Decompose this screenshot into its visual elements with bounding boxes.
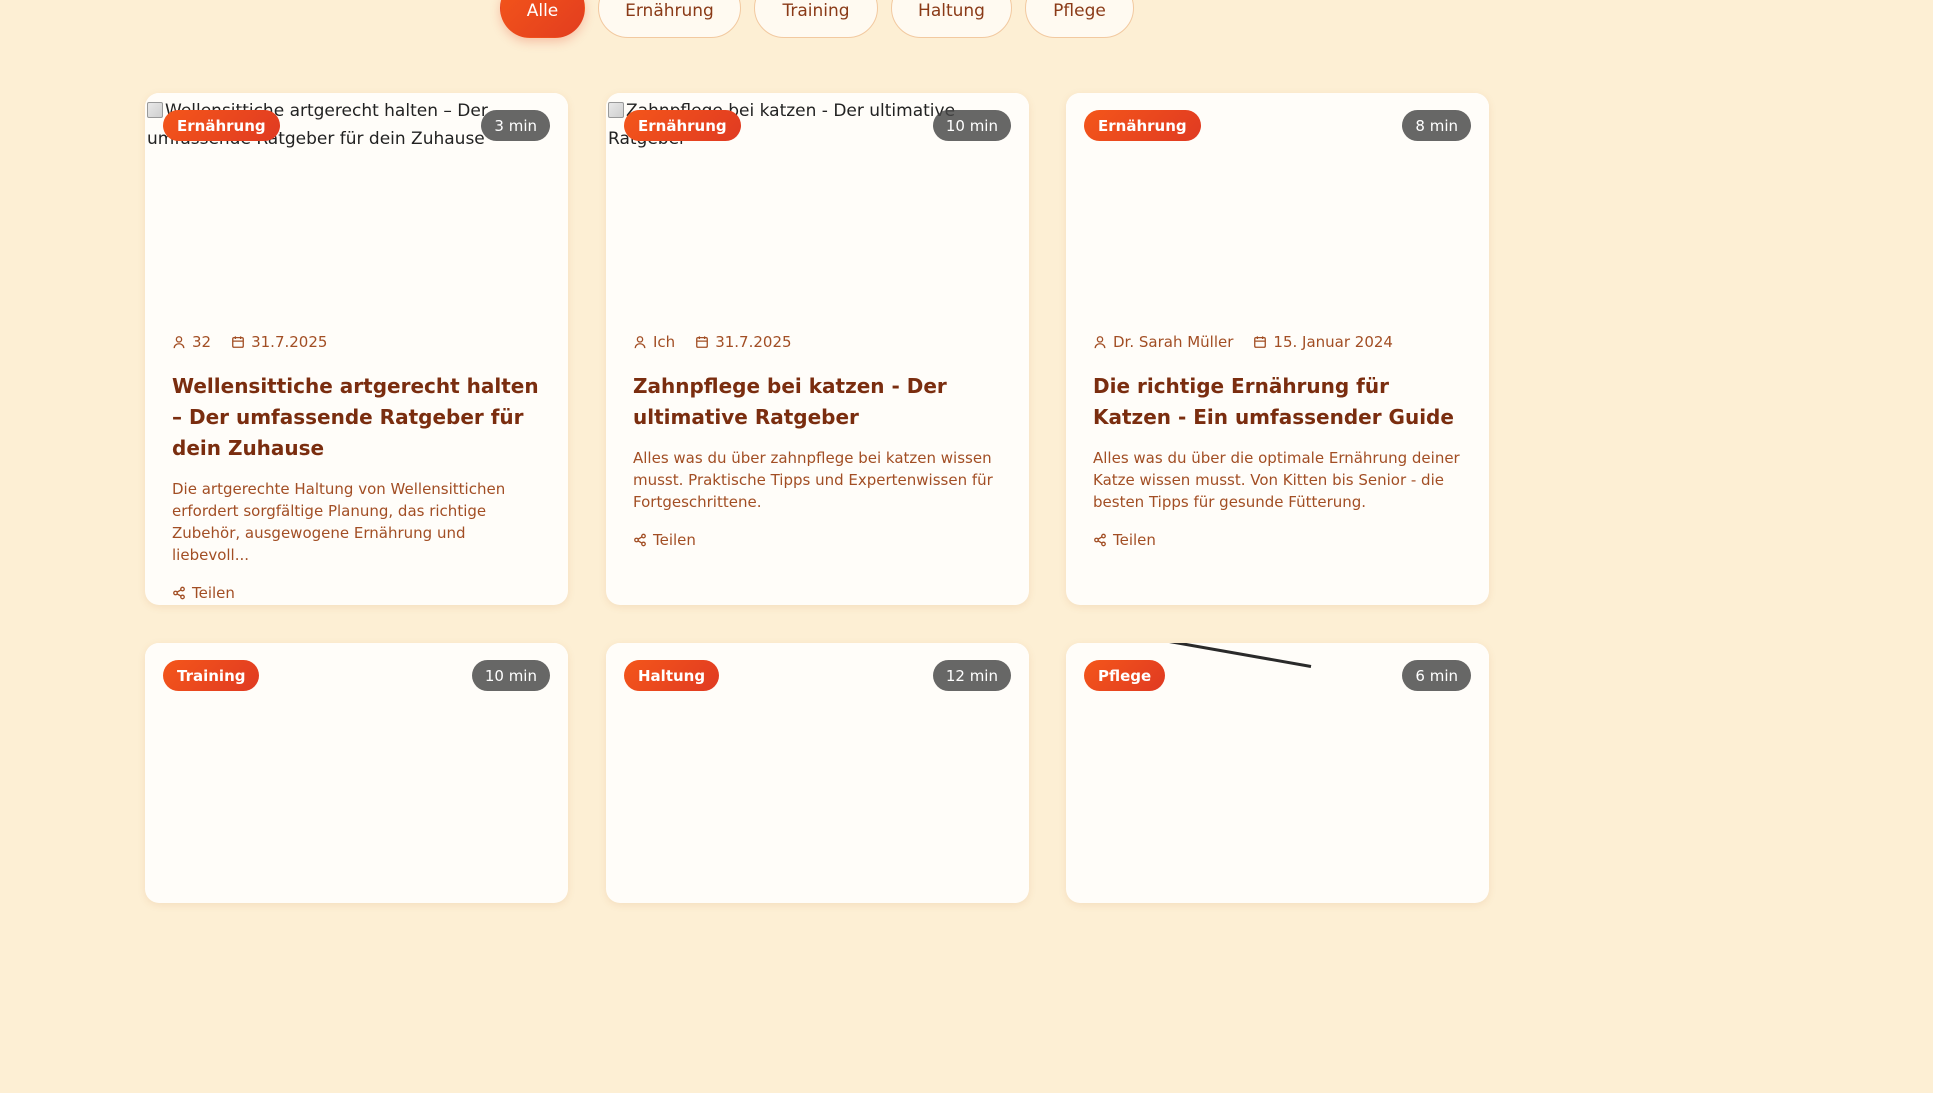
- article-title[interactable]: Die richtige Ernährung für Katzen - Ein …: [1093, 371, 1462, 433]
- filter-pill-ernaehrung[interactable]: Ernährung: [598, 0, 741, 38]
- calendar-icon: [696, 336, 709, 348]
- article-card[interactable]: Haltung 12 min: [606, 643, 1029, 903]
- hummingbird-beak: [1163, 643, 1312, 668]
- share-label: Teilen: [1113, 531, 1156, 549]
- broken-image-icon: [608, 102, 624, 118]
- article-meta: Dr. Sarah Müller 15. Januar 2024: [1093, 331, 1462, 353]
- author-name: 32: [192, 333, 212, 351]
- category-badge: Haltung: [624, 660, 720, 691]
- filter-pill-haltung[interactable]: Haltung: [891, 0, 1012, 38]
- publish-date: 15. Januar 2024: [1273, 333, 1393, 351]
- hummingbird-photo[interactable]: Pflege 6 min: [1066, 643, 1489, 855]
- publish-date: 31.7.2025: [251, 333, 328, 351]
- share-label: Teilen: [192, 584, 235, 602]
- article-card[interactable]: Wellensittiche artgerecht halten – Der u…: [145, 93, 568, 605]
- article-meta: 32 31.7.2025: [172, 331, 541, 353]
- share-icon: [1094, 533, 1106, 547]
- category-badge: Ernährung: [163, 110, 280, 141]
- article-title[interactable]: Wellensittiche artgerecht halten – Der u…: [172, 371, 541, 464]
- category-badge: Training: [163, 660, 260, 691]
- dog-photo[interactable]: Training 10 min: [145, 643, 568, 855]
- read-time-badge: 12 min: [932, 660, 1011, 691]
- article-card[interactable]: Zahnpflege bei katzen - Der ultimative R…: [606, 93, 1029, 605]
- read-time-badge: 10 min: [932, 110, 1011, 141]
- calendar-icon: [1254, 336, 1267, 348]
- read-time-badge: 3 min: [481, 110, 550, 141]
- rabbit-photo[interactable]: Haltung 12 min: [606, 643, 1029, 855]
- article-meta: Ich 31.7.2025: [633, 331, 1002, 353]
- broken-image-icon: [147, 102, 163, 118]
- calendar-icon: [232, 336, 244, 348]
- article-card[interactable]: Training 10 min: [145, 643, 568, 903]
- publish-date: 31.7.2025: [715, 333, 792, 351]
- filter-pill-training[interactable]: Training: [754, 0, 878, 38]
- author-name: Ich: [653, 333, 676, 351]
- article-description: Die artgerechte Haltung von Wellensittic…: [172, 480, 506, 564]
- share-icon: [173, 586, 185, 600]
- kitten-photo[interactable]: Ernährung 8 min: [1066, 93, 1489, 305]
- article-image-broken[interactable]: Wellensittiche artgerecht halten – Der u…: [145, 93, 568, 305]
- category-badge: Pflege: [1084, 660, 1166, 691]
- author-name: Dr. Sarah Müller: [1113, 333, 1234, 351]
- category-badge: Ernährung: [1084, 110, 1201, 141]
- share-icon: [634, 533, 646, 547]
- article-card[interactable]: Ernährung 8 min Dr. Sarah Müller 15. Jan…: [1066, 93, 1489, 605]
- filter-pill-alle[interactable]: Alle: [500, 0, 585, 38]
- article-description: Alles was du über die optimale Ernährung…: [1093, 449, 1460, 511]
- read-time-badge: 8 min: [1402, 110, 1471, 141]
- category-badge: Ernährung: [624, 110, 741, 141]
- share-button[interactable]: Teilen: [633, 531, 1002, 549]
- user-icon: [634, 336, 646, 349]
- user-icon: [1094, 336, 1106, 349]
- share-button[interactable]: Teilen: [1093, 531, 1462, 549]
- read-time-badge: 6 min: [1402, 660, 1471, 691]
- article-card[interactable]: Pflege 6 min: [1066, 643, 1489, 903]
- user-icon: [173, 336, 185, 349]
- category-filter-bar: Alle Ernährung Training Haltung Pflege: [0, 0, 1568, 38]
- share-button[interactable]: Teilen: [172, 584, 541, 602]
- read-time-badge: 10 min: [471, 660, 550, 691]
- article-description: Alles was du über zahnpflege bei katzen …: [633, 449, 993, 511]
- article-title[interactable]: Zahnpflege bei katzen - Der ultimative R…: [633, 371, 1002, 433]
- article-image-broken[interactable]: Zahnpflege bei katzen - Der ultimative R…: [606, 93, 1029, 305]
- share-label: Teilen: [653, 531, 696, 549]
- filter-pill-pflege[interactable]: Pflege: [1025, 0, 1134, 38]
